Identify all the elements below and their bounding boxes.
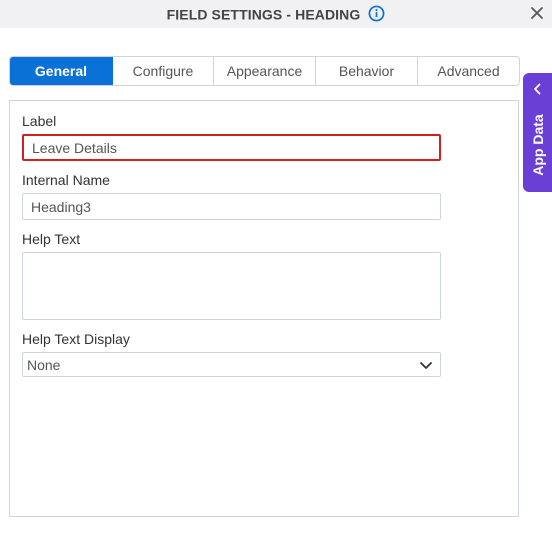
header-bar: FIELD SETTINGS - HEADING [0,0,552,28]
internal-name-input[interactable]: Heading3 [22,193,441,220]
dialog-body: General Configure Appearance Behavior Ad… [0,28,552,544]
app-data-label: App Data [529,114,546,176]
info-icon[interactable] [368,5,385,22]
label-input-value: Leave Details [32,139,117,156]
tab-configure[interactable]: Configure [113,57,214,85]
help-text-label: Help Text [22,231,81,247]
chevron-left-icon [534,83,541,95]
tab-label: General [34,63,88,79]
tab-label: Advanced [437,63,500,79]
dialog-title: FIELD SETTINGS - HEADING [166,6,361,23]
tab-label: Behavior [338,63,395,79]
tab-label: Appearance [226,63,303,79]
app-data-toggle[interactable]: App Data [523,73,552,192]
title-container: FIELD SETTINGS - HEADING [0,5,552,23]
tab-label: Configure [132,63,194,79]
internal-name-value: Heading3 [31,198,91,215]
close-icon[interactable] [530,6,544,20]
tab-bar: General Configure Appearance Behavior Ad… [9,56,520,86]
tab-behavior[interactable]: Behavior [316,57,418,85]
label-field-label: Label [22,113,57,129]
tab-general[interactable]: General [10,57,113,85]
tab-advanced[interactable]: Advanced [418,57,519,85]
chevron-down-icon [420,361,432,369]
help-text-display-select[interactable]: None [22,352,441,377]
general-form: Label Leave Details Internal Name Headin… [9,100,519,517]
help-text-display-value: None [27,356,61,373]
help-text-input[interactable] [22,252,441,320]
internal-name-label: Internal Name [22,172,110,188]
label-input[interactable]: Leave Details [22,134,441,161]
tab-appearance[interactable]: Appearance [214,57,316,85]
help-text-display-label: Help Text Display [22,331,130,347]
